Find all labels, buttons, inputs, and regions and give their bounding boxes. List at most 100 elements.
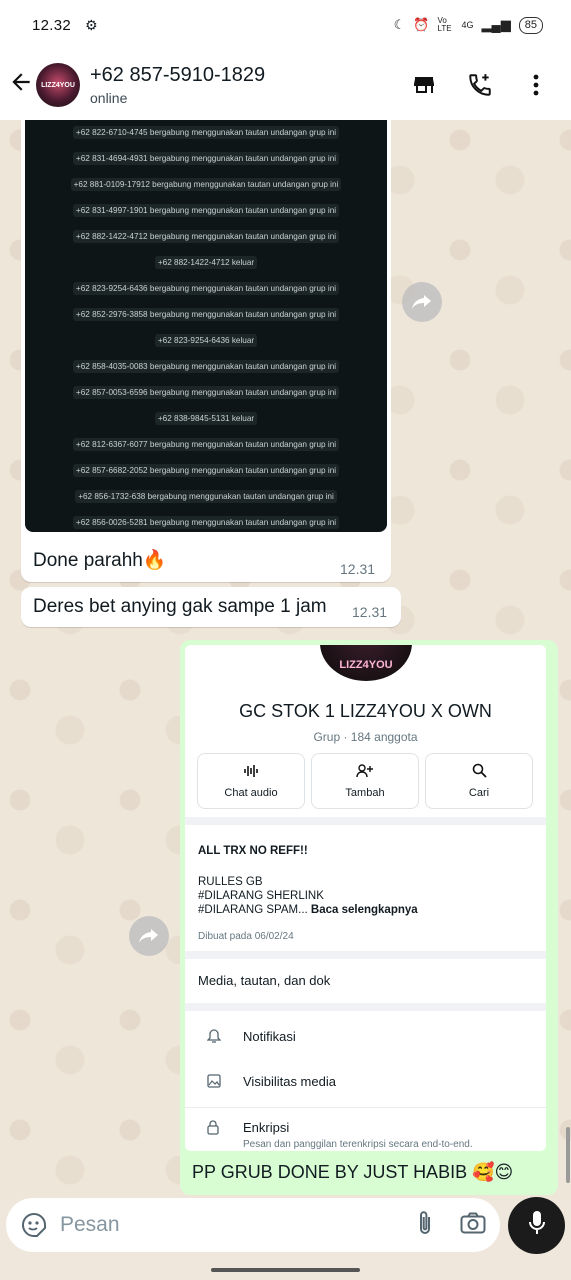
log-line-text: +62 822-6710-4745 bergabung menggunakan …: [72, 126, 340, 139]
add-label: Tambah: [345, 786, 385, 799]
log-line-text: +62 856-1732-638 bergabung menggunakan t…: [75, 490, 337, 503]
microphone-button[interactable]: [508, 1197, 565, 1254]
image-caption: PP GRUB DONE BY JUST HABIB 🥰😊: [192, 1162, 514, 1182]
volte-label: Vo LTE: [437, 16, 452, 33]
log-line: +62 881-0109-17912 bergabung menggunakan…: [25, 172, 387, 198]
contact-avatar[interactable]: LIZZ4YOU: [36, 63, 80, 107]
log-line-text: +62 857-6682-2052 bergabung menggunakan …: [72, 464, 340, 477]
notification-setting: Notifikasi: [185, 1017, 546, 1062]
log-line-text: +62 881-0109-17912 bergabung menggunakan…: [70, 178, 342, 191]
lock-icon: [207, 1120, 243, 1138]
more-options-icon[interactable]: [523, 72, 549, 98]
forward-button[interactable]: [129, 916, 169, 956]
log-line: +62 838-9845-5131 keluar: [25, 406, 387, 432]
created-date: Dibuat pada 06/02/24: [198, 931, 294, 942]
attach-icon[interactable]: [416, 1210, 434, 1241]
bell-icon: [206, 1029, 243, 1047]
setting-label: Notifikasi: [243, 1029, 296, 1044]
log-line: +62 857-6682-2052 bergabung menggunakan …: [25, 458, 387, 484]
message-time: 12.31: [340, 561, 376, 577]
search-button: Cari: [425, 753, 533, 809]
setting-sublabel: Pesan dan panggilan terenkripsi secara e…: [243, 1139, 473, 1150]
log-line: +62 822-6710-4745 bergabung menggunakan …: [25, 120, 387, 146]
network-label: 4G: [461, 20, 474, 30]
signal-icon: ▂▄▆: [481, 17, 511, 32]
battery-icon: 85: [518, 16, 543, 34]
log-lines: +62 822-6710-4745 bergabung menggunakan …: [25, 120, 387, 532]
description-line: RULLES GB: [198, 876, 263, 888]
log-line-text: +62 823-9254-6436 bergabung menggunakan …: [72, 282, 340, 295]
log-line-text: +62 858-4035-0083 bergabung menggunakan …: [72, 360, 340, 373]
add-member-button: Tambah: [311, 753, 419, 809]
chat-audio-label: Chat audio: [224, 786, 278, 799]
log-line-text: +62 857-0053-6596 bergabung menggunakan …: [72, 386, 340, 399]
log-line-text: +62 831-4694-4931 bergabung menggunakan …: [72, 152, 340, 165]
camera-icon[interactable]: [460, 1212, 486, 1239]
message-input-bar: [6, 1198, 500, 1252]
status-bar: 12.32 ⚙ ☾ ⏰ Vo LTE 4G ▂▄▆ 85: [0, 0, 571, 50]
group-avatar-text: LIZZ4YOU: [339, 659, 393, 671]
avatar-text: LIZZ4YOU: [41, 81, 75, 89]
search-icon: [472, 763, 487, 781]
contact-status: online: [90, 90, 128, 106]
group-avatar: LIZZ4YOU: [320, 645, 412, 681]
contact-info[interactable]: +62 857-5910-1829 online: [90, 64, 265, 106]
media-links-docs-row: Media, tautan, dan dok: [185, 959, 546, 1003]
log-line: +62 812-6367-6077 bergabung menggunakan …: [25, 432, 387, 458]
sticker-emoji-icon[interactable]: [20, 1211, 48, 1239]
log-line: +62 831-4694-4931 bergabung menggunakan …: [25, 146, 387, 172]
alarm-icon: ⏰: [413, 17, 430, 32]
description-line: #DILARANG SHERLINK: [198, 890, 324, 902]
encryption-setting: Enkripsi Pesan dan panggilan terenkripsi…: [185, 1107, 546, 1151]
group-settings-list: Notifikasi Visibilitas media Enkripsi Pe…: [185, 1011, 546, 1151]
group-info-screenshot[interactable]: LIZZ4YOU GC STOK 1 LIZZ4YOU X OWN Grup ·…: [185, 645, 546, 1151]
home-gesture-pill[interactable]: [211, 1268, 360, 1272]
log-line: +62 831-4997-1901 bergabung menggunakan …: [25, 198, 387, 224]
setting-label: Visibilitas media: [243, 1074, 336, 1089]
log-line: +62 856-1732-638 bergabung menggunakan t…: [25, 484, 387, 510]
log-line: +62 858-4035-0083 bergabung menggunakan …: [25, 354, 387, 380]
add-person-icon: [356, 763, 374, 781]
group-header-card: LIZZ4YOU GC STOK 1 LIZZ4YOU X OWN Grup ·…: [185, 645, 546, 817]
description-title: ALL TRX NO REFF!!: [198, 845, 308, 857]
moon-icon: ☾: [393, 17, 406, 32]
group-description: ALL TRX NO REFF!! RULLES GB #DILARANG SH…: [185, 825, 546, 951]
message-text: Deres bet anying gak sampe 1 jam: [33, 596, 327, 617]
log-line: +62 852-2976-3858 bergabung menggunakan …: [25, 302, 387, 328]
catalog-store-icon[interactable]: [411, 72, 437, 98]
log-line-text: +62 882-1422-4712 keluar: [154, 256, 258, 269]
group-name: GC STOK 1 LIZZ4YOU X OWN: [239, 701, 492, 721]
chat-header: LIZZ4YOU +62 857-5910-1829 online: [0, 50, 571, 120]
search-label: Cari: [468, 787, 490, 799]
log-line-text: +62 838-9845-5131 keluar: [154, 412, 258, 425]
back-arrow-icon[interactable]: [0, 69, 36, 102]
message-time: 12.31: [352, 604, 388, 620]
group-subtitle: Grup · 184 anggota: [313, 730, 418, 744]
log-line: +62 823-9254-6436 bergabung menggunakan …: [25, 276, 387, 302]
log-line: +62 857-0053-6596 bergabung menggunakan …: [25, 380, 387, 406]
log-line-text: +62 823-9254-6436 keluar: [154, 334, 258, 347]
battery-level: 85: [524, 18, 537, 31]
scrollbar[interactable]: [566, 1127, 570, 1183]
message-text: Done parahh🔥: [33, 550, 167, 571]
media-visibility-setting: Visibilitas media: [185, 1062, 546, 1107]
log-line-text: +62 812-6367-6077 bergabung menggunakan …: [72, 438, 340, 451]
log-line: +62 823-9254-6436 keluar: [25, 328, 387, 354]
outgoing-image-bubble[interactable]: LIZZ4YOU GC STOK 1 LIZZ4YOU X OWN Grup ·…: [180, 640, 558, 1195]
image-icon: [207, 1074, 243, 1091]
setting-label: Enkripsi: [243, 1120, 290, 1135]
log-line: +62 856-0026-5281 bergabung menggunakan …: [25, 510, 387, 532]
chat-audio-button: Chat audio: [197, 753, 305, 809]
log-line-text: +62 852-2976-3858 bergabung menggunakan …: [72, 308, 340, 321]
log-line-text: +62 856-0026-5281 bergabung menggunakan …: [72, 516, 340, 529]
contact-name: +62 857-5910-1829: [90, 64, 266, 86]
group-log-image[interactable]: +62 822-6710-4745 bergabung menggunakan …: [25, 120, 387, 532]
log-line-text: +62 831-4997-1901 bergabung menggunakan …: [72, 204, 340, 217]
audio-wave-icon: [243, 764, 259, 781]
log-line-text: +62 882-1422-4712 bergabung menggunakan …: [72, 230, 340, 243]
forward-button[interactable]: [402, 282, 442, 322]
log-line: +62 882-1422-4712 keluar: [25, 250, 387, 276]
add-call-icon[interactable]: [467, 72, 493, 98]
message-input[interactable]: [60, 1213, 390, 1237]
description-line: #DILARANG SPAM...: [198, 904, 308, 916]
